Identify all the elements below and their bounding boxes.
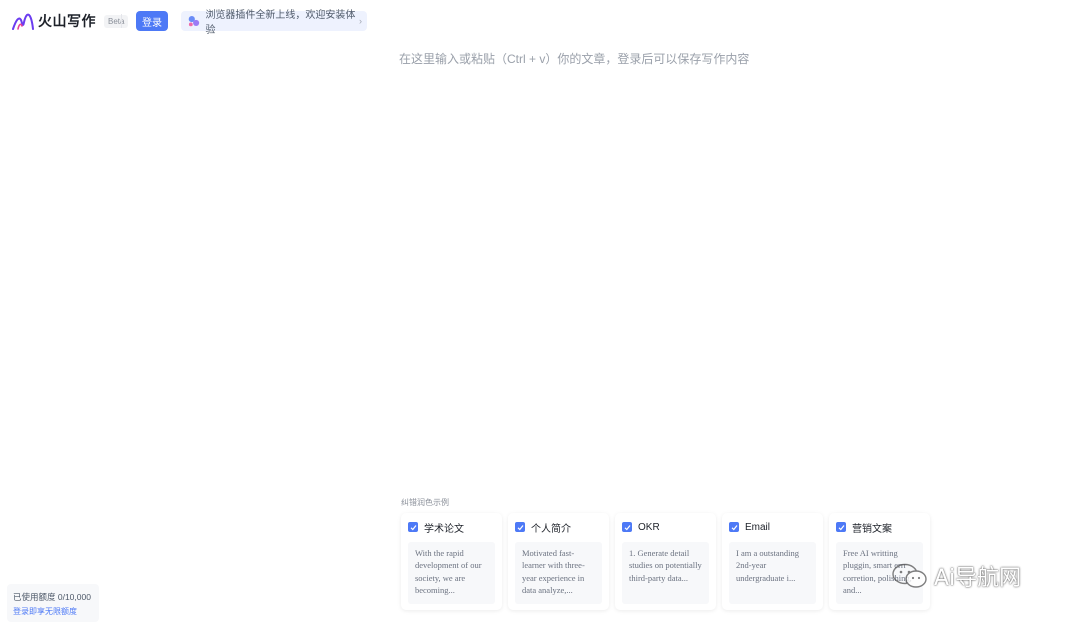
usage-quota: 已使用额度 0/10,000	[13, 592, 91, 602]
chevron-right-icon: ›	[359, 16, 362, 26]
wechat-icon	[892, 563, 927, 588]
editor-input[interactable]: 在这里输入或粘贴（Ctrl + v）你的文章，登录后可以保存写作内容	[399, 50, 749, 67]
top-bar: 火山写作 Beta 登录 浏览器插件全新上线，欢迎安装体验 ›	[0, 0, 1080, 42]
edit-check-icon	[408, 522, 418, 532]
example-card-okr[interactable]: OKR 1. Generate detail studies on potent…	[615, 513, 716, 610]
card-preview: Motivated fast-learner with three-year e…	[515, 542, 602, 604]
usage-panel: 已使用额度 0/10,000 登录即享无限额度	[7, 584, 99, 622]
card-title: 营销文案	[852, 523, 892, 535]
promo-text: 浏览器插件全新上线，欢迎安装体验	[205, 10, 356, 36]
example-card-email[interactable]: Email I am a outstanding 2nd-year underg…	[722, 513, 823, 610]
logo-text: 火山写作	[38, 13, 96, 29]
watermark: Ai导航网	[890, 560, 1021, 592]
edit-check-icon	[729, 522, 739, 532]
plugin-promo-banner[interactable]: 浏览器插件全新上线，欢迎安装体验 ›	[181, 10, 367, 36]
card-title: Email	[745, 521, 771, 533]
example-card-academic[interactable]: 学术论文 With the rapid development of our s…	[401, 513, 502, 610]
puzzle-plugin-icon	[188, 16, 200, 27]
header-divider	[121, 14, 122, 28]
watermark-text: Ai导航网	[934, 566, 1022, 591]
card-preview: 1. Generate detail studies on potentiall…	[622, 542, 709, 604]
examples-label: 纠错润色示例	[401, 498, 449, 507]
card-title: 个人简介	[531, 523, 571, 535]
edit-check-icon	[836, 522, 846, 532]
beta-badge: Beta	[104, 14, 129, 28]
volcano-logo-icon	[12, 13, 34, 30]
example-card-profile[interactable]: 个人简介 Motivated fast-learner with three-y…	[508, 513, 609, 610]
app-page: 火山写作 Beta 登录 浏览器插件全新上线，欢迎安装体验 › 在这里输入或粘贴…	[0, 0, 1080, 624]
card-preview: I am a outstanding 2nd-year undergraduat…	[729, 542, 816, 604]
card-preview: With the rapid development of our societ…	[408, 542, 495, 604]
card-title: 学术论文	[424, 523, 464, 535]
card-title: OKR	[638, 521, 660, 533]
example-cards: 学术论文 With the rapid development of our s…	[401, 513, 930, 610]
edit-check-icon	[515, 522, 525, 532]
login-unlimited-link[interactable]: 登录即享无限额度	[13, 606, 93, 617]
edit-check-icon	[622, 522, 632, 532]
logo[interactable]: 火山写作 Beta	[12, 11, 129, 31]
login-button[interactable]: 登录	[136, 11, 168, 31]
